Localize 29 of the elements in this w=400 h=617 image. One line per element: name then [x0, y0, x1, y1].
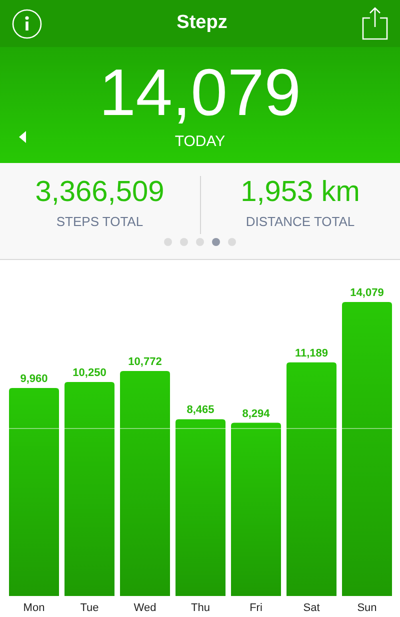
day-label: Sun: [357, 602, 377, 614]
page-dot[interactable]: [180, 238, 188, 246]
page-dot[interactable]: [212, 238, 220, 246]
value-label: 10,772: [128, 356, 162, 368]
stat-label: STEPS TOTAL: [56, 213, 144, 232]
value-label: 9,960: [20, 373, 48, 386]
stat-value: 3,366,509: [35, 177, 164, 210]
stat-value: 1,953 km: [240, 177, 360, 210]
stat-label: DISTANCE TOTAL: [246, 213, 355, 232]
value-label: 10,250: [72, 366, 106, 379]
value-label: 8,465: [186, 404, 214, 416]
day-label: Thu: [191, 602, 210, 614]
page-dot[interactable]: [164, 238, 172, 246]
app-title: Stepz: [176, 11, 228, 36]
day-label: Fri: [250, 602, 262, 614]
value-label: 14,079: [350, 287, 384, 299]
back-arrow-icon[interactable]: [19, 131, 26, 143]
day-label: Mon: [23, 602, 45, 614]
info-icon[interactable]: [12, 8, 42, 38]
page-dot[interactable]: [228, 238, 236, 246]
day-label: Wed: [134, 602, 156, 614]
page-dot[interactable]: [196, 238, 204, 246]
today-steps: 14,079: [99, 59, 301, 125]
value-label: 11,189: [294, 347, 328, 360]
day-label: Tue: [80, 602, 99, 614]
today-label: TODAY: [174, 132, 226, 152]
share-icon[interactable]: [362, 7, 388, 40]
day-label: Sat: [303, 602, 320, 614]
value-label: 8,294: [242, 408, 270, 420]
